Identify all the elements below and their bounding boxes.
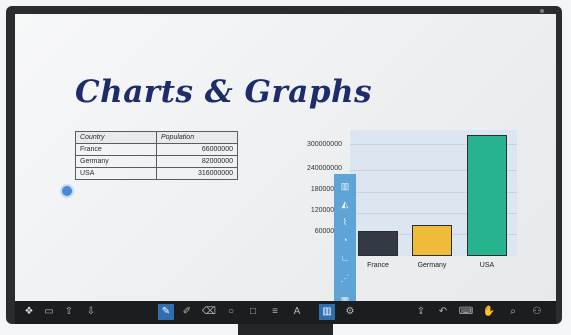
up-arrow-icon[interactable]: ⇧ [61,304,77,320]
whiteboard-screen[interactable]: Charts & Graphs Country Population Franc… [15,14,556,302]
table-cell: USA [75,167,157,180]
chart-type-toolbar[interactable]: ▥ ◭ ⌇ ◔ ∟ ⋰ ▦ [334,174,356,302]
x-tick-label: USA [479,262,495,269]
axis-icon[interactable]: ∟ [334,250,356,266]
chart-settings-icon[interactable]: ⚙ [342,304,358,320]
bar-chart-icon[interactable]: ▥ [334,178,356,194]
bar-france[interactable] [358,231,398,256]
square-icon[interactable]: □ [245,304,261,320]
hand-icon[interactable]: ✋ [481,304,497,320]
selection-radio[interactable] [62,186,72,196]
camera-icon [540,9,544,13]
chart-icon[interactable]: ▥ [319,304,335,320]
table-cell: 66000000 [156,143,238,156]
page-title: Charts & Graphs [75,74,373,110]
window-icon[interactable]: ▭ [41,304,57,320]
zoom-icon[interactable]: ⌕ [505,304,521,320]
chart-plot-area[interactable] [350,130,517,256]
y-tick-label: 6000000 [314,228,342,235]
people-icon[interactable]: ⚇ [529,304,545,320]
table-row: USA 316000000 [75,167,238,180]
bar-usa[interactable] [467,135,507,256]
area-chart-icon[interactable]: ◭ [334,196,356,212]
circle-icon[interactable]: ○ [223,304,239,320]
bottom-toolbar: ❖ ▭ ⇧ ⇩ ✎ ✐ ⌫ ○ □ ≡ A ▥ ⚙ ⇪ ↶ ⌨ ✋ ⌕ ⚇ [15,301,556,324]
lines-icon[interactable]: ≡ [267,304,283,320]
table-header-population: Population [156,131,238,144]
export-icon[interactable]: ⇪ [413,304,429,320]
y-tick-label: 12000000 [310,207,342,214]
table-row: France 66000000 [75,143,238,156]
eraser-icon[interactable]: ⌫ [201,304,217,320]
table-row: Germany 82000000 [75,155,238,168]
x-tick-label: France [367,262,389,269]
table-cell: Germany [75,155,157,168]
scatter-icon[interactable]: ⋰ [334,270,356,286]
keyboard-icon[interactable]: ⌨ [458,304,474,320]
pin-icon[interactable]: ✎ [158,304,174,320]
y-tick-label: 240000000 [306,165,342,172]
display-stand [238,324,333,335]
x-tick-label: Germany [417,262,447,269]
pie-chart-icon[interactable]: ◔ [334,232,356,248]
app-menu-icon[interactable]: ❖ [21,304,37,320]
table-cell: France [75,143,157,156]
table-header-country: Country [75,131,157,144]
down-arrow-icon[interactable]: ⇩ [83,304,99,320]
y-tick-label: 300000000 [306,141,342,148]
line-chart-icon[interactable]: ⌇ [334,214,356,230]
table-cell: 316000000 [156,167,238,180]
undo-icon[interactable]: ↶ [435,304,451,320]
table-cell: 82000000 [156,155,238,168]
text-icon[interactable]: A [289,304,305,320]
y-tick-label: 18000000 [310,186,342,193]
bar-germany[interactable] [412,225,452,256]
pen-icon[interactable]: ✐ [179,304,195,320]
table-header-row: Country Population [75,131,238,144]
population-table[interactable]: Country Population France 66000000 Germa… [75,131,238,180]
